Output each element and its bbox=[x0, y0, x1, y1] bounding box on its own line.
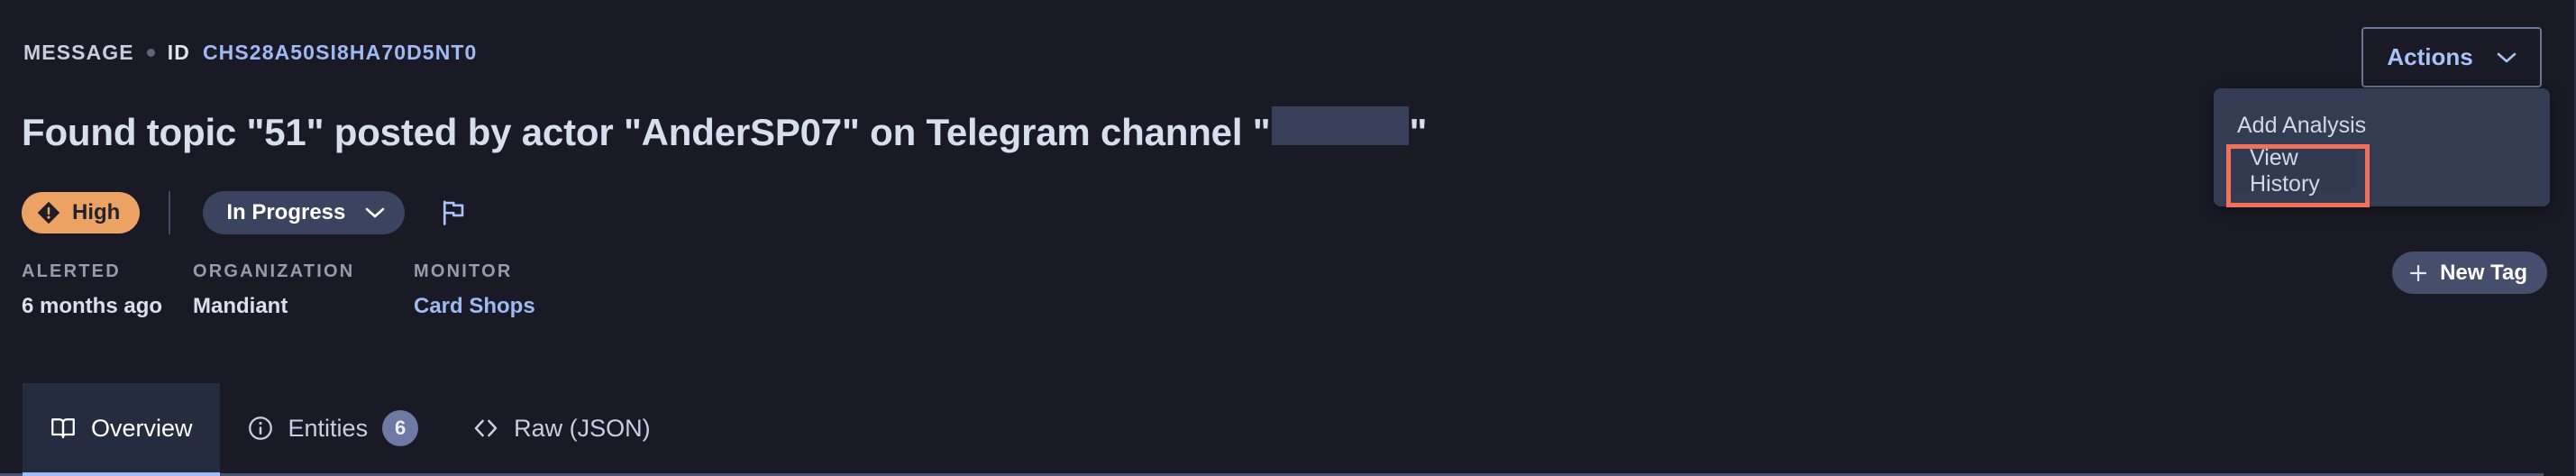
record-kind-label: MESSAGE bbox=[23, 41, 134, 64]
metadata-label: MONITOR bbox=[414, 261, 513, 281]
status-row: High In Progress bbox=[22, 189, 471, 236]
id-value[interactable]: CHS28A50SI8HA70D5NT0 bbox=[203, 41, 478, 65]
tab-label: Raw (JSON) bbox=[514, 414, 651, 442]
metadata-row: ALERTED 6 months ago ORGANIZATION Mandia… bbox=[22, 261, 535, 319]
page-title-text: Found topic "51" posted by actor "AnderS… bbox=[22, 111, 1271, 153]
book-icon bbox=[51, 418, 75, 439]
breadcrumb: MESSAGE ID CHS28A50SI8HA70D5NT0 bbox=[23, 41, 477, 65]
metadata-value: 6 months ago bbox=[22, 294, 163, 318]
tab-overview[interactable]: Overview bbox=[23, 383, 220, 476]
flag-icon bbox=[443, 200, 464, 225]
flag-button[interactable] bbox=[435, 195, 471, 231]
severity-diamond-alert-icon bbox=[37, 201, 60, 224]
new-tag-button[interactable]: New Tag bbox=[2392, 252, 2547, 294]
chevron-down-icon bbox=[366, 207, 385, 218]
chevron-down-icon bbox=[2497, 52, 2516, 62]
metadata-label: ALERTED bbox=[22, 261, 121, 281]
page-title: Found topic "51" posted by actor "AnderS… bbox=[22, 106, 1427, 154]
metadata-field-alerted: ALERTED 6 months ago bbox=[22, 261, 193, 319]
status-dropdown[interactable]: In Progress bbox=[203, 191, 406, 234]
metadata-field-organization: ORGANIZATION Mandiant bbox=[193, 261, 414, 319]
tab-label: Entities bbox=[288, 414, 369, 442]
actions-button[interactable]: Actions bbox=[2361, 27, 2542, 87]
info-icon bbox=[248, 416, 272, 440]
code-brackets-icon bbox=[474, 419, 498, 437]
status-divider bbox=[169, 191, 171, 234]
actions-dropdown-menu: Add Analysis View History bbox=[2214, 88, 2550, 207]
metadata-field-monitor: MONITOR Card Shops bbox=[414, 261, 535, 319]
actions-button-label: Actions bbox=[2387, 43, 2473, 70]
tab-raw-json[interactable]: Raw (JSON) bbox=[445, 383, 678, 473]
menu-item-label: View History bbox=[2250, 145, 2320, 197]
tab-count-badge: 6 bbox=[382, 410, 419, 446]
tab-bar: Overview Entities 6 Raw (JSON) bbox=[0, 383, 2544, 476]
menu-item-add-analysis[interactable]: Add Analysis bbox=[2214, 105, 2550, 146]
tab-entities[interactable]: Entities 6 bbox=[220, 383, 446, 473]
message-detail-header: MESSAGE ID CHS28A50SI8HA70D5NT0 Found to… bbox=[0, 0, 2576, 476]
menu-item-view-history[interactable]: View History bbox=[2226, 144, 2370, 207]
new-tag-label: New Tag bbox=[2440, 260, 2527, 285]
menu-item-label: Add Analysis bbox=[2237, 112, 2367, 138]
tab-label: Overview bbox=[91, 414, 193, 442]
metadata-label: ORGANIZATION bbox=[193, 261, 355, 281]
severity-label: High bbox=[72, 200, 121, 224]
separator-dot bbox=[146, 49, 155, 57]
metadata-value: Mandiant bbox=[193, 294, 288, 318]
status-dropdown-label: In Progress bbox=[226, 200, 346, 224]
redacted-channel-name bbox=[1271, 106, 1409, 145]
status-badge-severity: High bbox=[22, 192, 141, 233]
metadata-value-link[interactable]: Card Shops bbox=[414, 294, 535, 319]
plus-icon bbox=[2409, 264, 2427, 281]
id-label: ID bbox=[167, 41, 190, 64]
page-title-text-end: " bbox=[1409, 111, 1428, 153]
